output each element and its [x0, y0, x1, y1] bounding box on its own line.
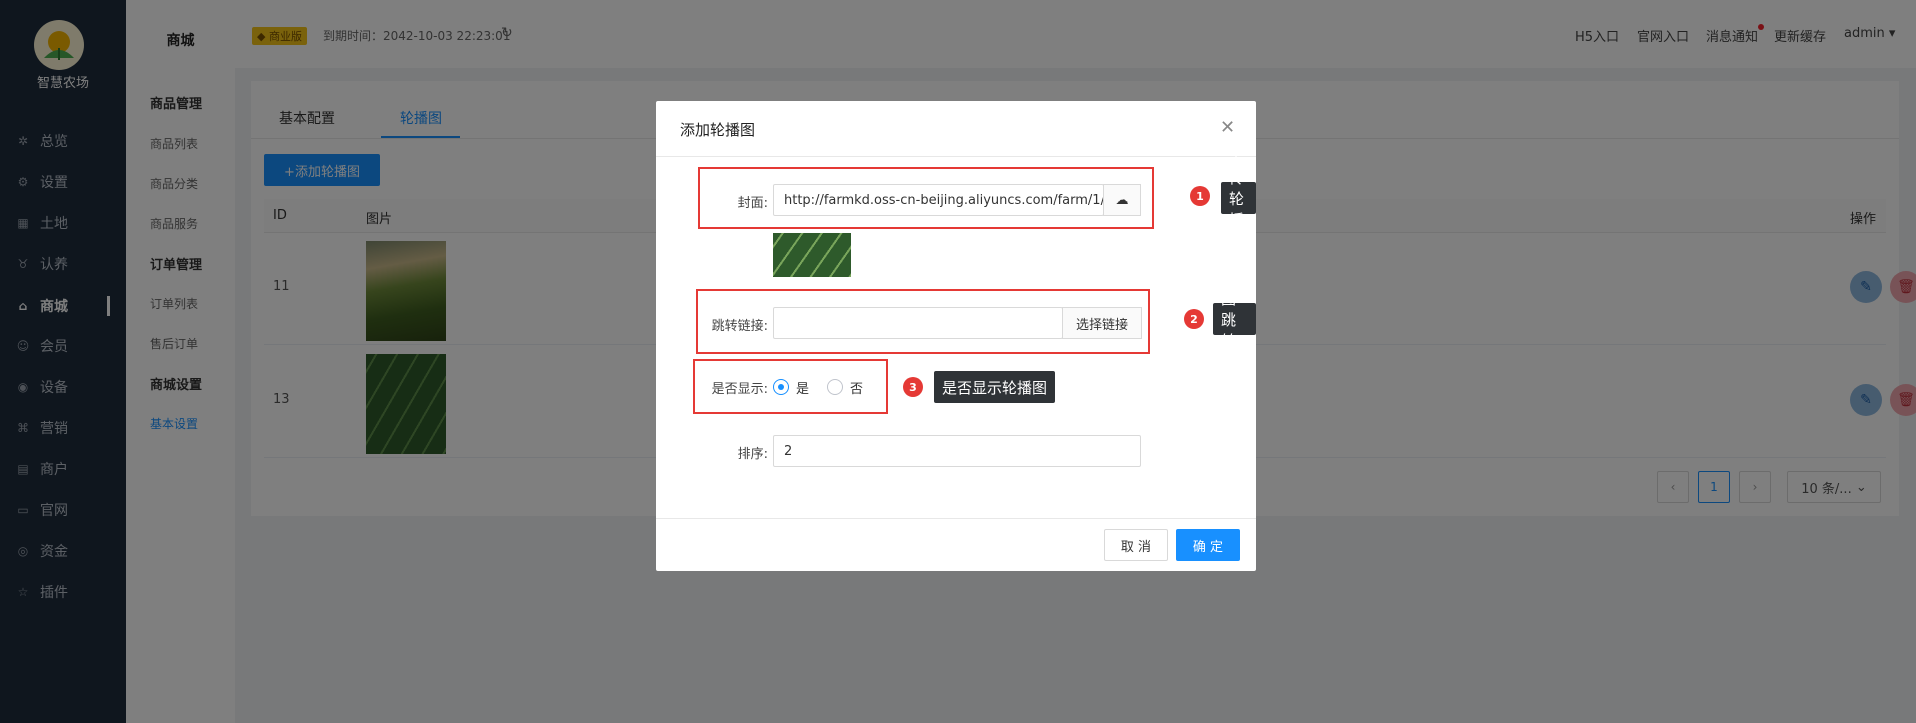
dialog-title: 添加轮播图 [680, 121, 756, 139]
annotation-number: 1 [1190, 186, 1210, 206]
dialog-header-divider [656, 156, 1256, 157]
highlight-box-cover [698, 167, 1154, 229]
annotation-number: 2 [1184, 309, 1204, 329]
sort-input[interactable]: 2 [773, 435, 1141, 467]
annotation-tip: 轮播图跳转链接 [1213, 248, 1256, 392]
cancel-button[interactable]: 取 消 [1104, 529, 1168, 561]
highlight-box-link [696, 289, 1150, 354]
highlight-box-show [693, 359, 888, 414]
confirm-button[interactable]: 确 定 [1176, 529, 1240, 561]
annotation-tip: 是否显示轮播图 [934, 371, 1056, 403]
cover-preview-image [773, 233, 851, 277]
close-icon[interactable]: ✕ [1220, 117, 1235, 138]
annotation-number: 3 [903, 377, 923, 397]
add-carousel-dialog: 添加轮播图 ✕ 封面: http://farmkd.oss-cn-beijing… [656, 101, 1256, 571]
dialog-footer-divider [656, 518, 1256, 519]
sort-label: 排序: [737, 447, 768, 462]
annotation-tip: 上传轮播图 [1221, 148, 1256, 250]
